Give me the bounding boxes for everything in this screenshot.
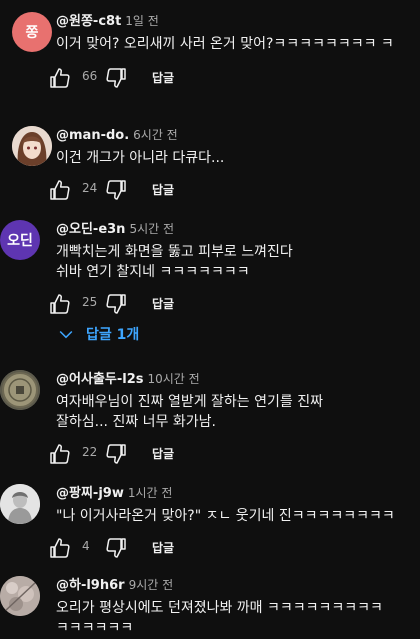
reply-button[interactable]: 답글: [152, 62, 174, 94]
comment-body: @팡찌-j9w 1시간 전 "나 이거사라온거 맞아?" ㅈㄴ 웃기네 진ㅋㅋㅋㅋ…: [50, 484, 412, 564]
coin-avatar-image: [0, 370, 40, 410]
comment-body: @하-l9h6r 9시간 전 오리가 평상시에도 던져졌나봐 까매 ㅋㅋㅋㅋㅋㅋㅋ…: [56, 576, 412, 638]
thumbs-up-icon: [50, 294, 70, 314]
view-replies-button[interactable]: 답글 1개: [56, 316, 139, 352]
comment-author[interactable]: @어사출두-l2s: [56, 372, 143, 387]
like-button[interactable]: [48, 174, 72, 206]
comment-author[interactable]: @오딘-e3n: [56, 222, 125, 237]
comment-text: 개빡치는게 화면을 뚫고 피부로 느껴진다 쉬바 연기 찰지네 ㅋㅋㅋㅋㅋㅋㅋ: [56, 244, 293, 280]
avatar[interactable]: 오딘: [0, 220, 40, 260]
avatar-initial: 쫑: [25, 25, 39, 41]
reply-button[interactable]: 답글: [152, 532, 174, 564]
like-count: 22: [82, 445, 98, 459]
comment-author[interactable]: @원쫑-c8t: [56, 14, 121, 29]
thumbs-up-icon: [50, 180, 70, 200]
comment-text: 여자배우님이 진짜 열받게 잘하는 연기를 진짜 잘하심... 진짜 너무 화가…: [56, 394, 323, 430]
comment-header: @man-do. 6시간 전: [56, 126, 412, 145]
dislike-button[interactable]: [104, 532, 128, 564]
avatar[interactable]: 쫑: [12, 12, 52, 52]
comment-header: @하-l9h6r 9시간 전: [56, 576, 412, 595]
comment-actions: 66 답글: [50, 62, 412, 94]
view-replies-label: 답글 1개: [86, 327, 140, 343]
comment-body: @어사출두-l2s 10시간 전 여자배우님이 진짜 열받게 잘하는 연기를 진짜…: [50, 370, 412, 470]
comment-author[interactable]: @팡찌-j9w: [56, 486, 124, 501]
avatar[interactable]: [0, 370, 40, 410]
anime-girl-avatar-image: [12, 126, 52, 166]
comment-header: @오딘-e3n 5시간 전: [56, 220, 412, 239]
comment-text: "나 이거사라온거 맞아?" ㅈㄴ 웃기네 진ㅋㅋㅋㅋㅋㅋㅋㅋ: [56, 508, 395, 524]
comment-actions: 4 답글: [50, 532, 412, 564]
comment-body: @man-do. 6시간 전 이건 개그가 아니라 다큐다... 24 답글: [50, 126, 412, 206]
portrait-avatar-image: [0, 484, 40, 524]
comment-time[interactable]: 1시간 전: [128, 486, 173, 500]
like-count: 25: [82, 295, 98, 309]
comment-header: @어사출두-l2s 10시간 전: [56, 370, 412, 389]
like-button[interactable]: [48, 532, 72, 564]
comment-time[interactable]: 5시간 전: [129, 222, 174, 236]
reply-button[interactable]: 답글: [152, 438, 174, 470]
comment-text: 이거 맞어? 오리새끼 사러 온거 맞어?ㅋㅋㅋㅋㅋㅋㅋㅋ ㅋ: [56, 36, 394, 52]
reply-button[interactable]: 답글: [152, 174, 174, 206]
chevron-down-icon: [59, 330, 73, 339]
thumbs-down-icon: [106, 538, 126, 558]
comment-time[interactable]: 9시간 전: [129, 578, 174, 592]
dislike-button[interactable]: [104, 438, 128, 470]
cherry-blossom-avatar-image: [0, 576, 40, 616]
comment-text: 이건 개그가 아니라 다큐다...: [56, 150, 225, 166]
thumbs-up-icon: [50, 538, 70, 558]
comment-header: @원쫑-c8t 1일 전: [56, 12, 412, 31]
comment-author[interactable]: @하-l9h6r: [56, 578, 125, 593]
comment-time[interactable]: 6시간 전: [133, 128, 178, 142]
thumbs-up-icon: [50, 444, 70, 464]
thumbs-down-icon: [106, 444, 126, 464]
reply-button[interactable]: 답글: [152, 288, 174, 320]
thumbs-up-icon: [50, 68, 70, 88]
comment-author[interactable]: @man-do.: [56, 128, 129, 143]
like-button[interactable]: [48, 438, 72, 470]
dislike-button[interactable]: [104, 174, 128, 206]
avatar[interactable]: [0, 576, 40, 616]
comment-header: @팡찌-j9w 1시간 전: [56, 484, 412, 503]
like-count: 66: [82, 69, 98, 83]
comment-time[interactable]: 10시간 전: [147, 372, 199, 386]
comment-body: @원쫑-c8t 1일 전 이거 맞어? 오리새끼 사러 온거 맞어?ㅋㅋㅋㅋㅋㅋㅋ…: [50, 12, 412, 94]
like-count: 24: [82, 181, 98, 195]
comment-actions: 22 답글: [50, 438, 412, 470]
thumbs-down-icon: [106, 180, 126, 200]
avatar-initial: 오딘: [7, 233, 33, 249]
avatar[interactable]: [12, 126, 52, 166]
like-count: 4: [82, 539, 90, 553]
avatar[interactable]: [0, 484, 40, 524]
like-button[interactable]: [48, 62, 72, 94]
comment-actions: 24 답글: [50, 174, 412, 206]
comment-text: 오리가 평상시에도 던져졌나봐 까매 ㅋㅋㅋㅋㅋㅋㅋㅋㅋ ㅋㅋㅋㅋㅋㅋ: [56, 600, 383, 636]
thumbs-down-icon: [106, 294, 126, 314]
comment-body: @오딘-e3n 5시간 전 개빡치는게 화면을 뚫고 피부로 느껴진다 쉬바 연기…: [50, 220, 412, 320]
thumbs-down-icon: [106, 68, 126, 88]
comment-time[interactable]: 1일 전: [125, 14, 159, 28]
dislike-button[interactable]: [104, 62, 128, 94]
